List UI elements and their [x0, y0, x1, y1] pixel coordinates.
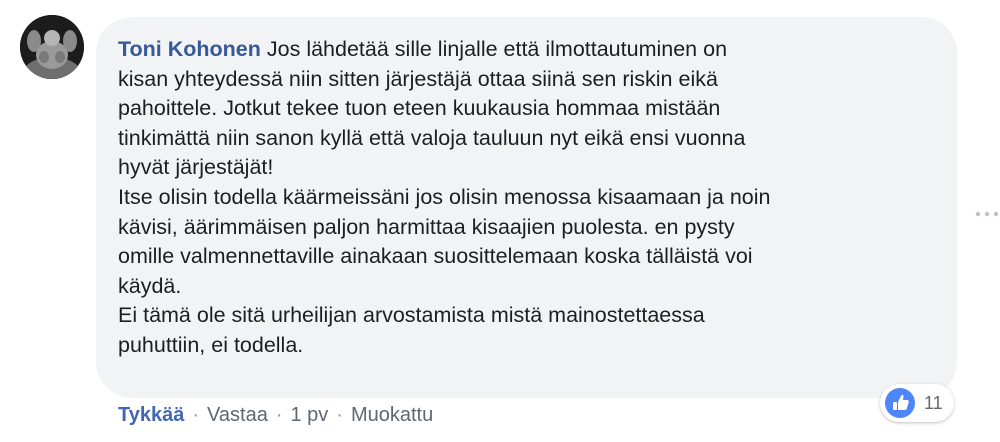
comment-line: hyvät järjestäjät! [118, 155, 274, 180]
reaction-count: 11 [924, 392, 943, 413]
comment-line: Toni Kohonen Jos lähdetää sille linjalle… [118, 37, 728, 61]
comment-line: käydä. [118, 273, 182, 298]
comment-line: pahoittele. Jotkut tekee tuon eteen kuuk… [118, 96, 721, 121]
comment-line: Ei tämä ole sitä urheilijan arvostamista… [118, 303, 705, 328]
like-button[interactable]: Tykkää [118, 404, 184, 427]
separator: · [192, 404, 200, 426]
avatar[interactable] [20, 15, 84, 79]
avatar-photo [20, 15, 84, 79]
reply-button[interactable]: Vastaa [207, 404, 268, 427]
author-name[interactable]: Toni Kohonen [118, 37, 261, 61]
comment-actions: Tykkää · Vastaa · 1 pv · Muokattu [118, 404, 433, 427]
comment-text: Toni Kohonen Jos lähdetää sille linjalle… [118, 35, 948, 361]
edited-label[interactable]: Muokattu [351, 404, 433, 427]
reactions-summary[interactable]: 11 [880, 384, 954, 422]
comment-line: puhuttiin, ei todella. [118, 332, 304, 357]
comment-line: kävisi, äärimmäisen paljon harmittaa kis… [118, 214, 735, 239]
timestamp-link[interactable]: 1 pv [290, 404, 328, 427]
separator: · [275, 404, 283, 426]
comment-line: tinkimättä niin sanon kyllä että valoja … [118, 125, 746, 150]
comment-line: omille valmennettaville ainakaan suositt… [118, 244, 753, 269]
comment-line: kisan yhteydessä niin sitten järjestäjä … [118, 66, 718, 91]
like-thumb-icon [885, 388, 915, 418]
comment-line: Itse olisin todella käärmeissäni jos oli… [118, 184, 771, 209]
more-options-icon[interactable] [974, 207, 1000, 221]
separator: · [336, 404, 343, 426]
